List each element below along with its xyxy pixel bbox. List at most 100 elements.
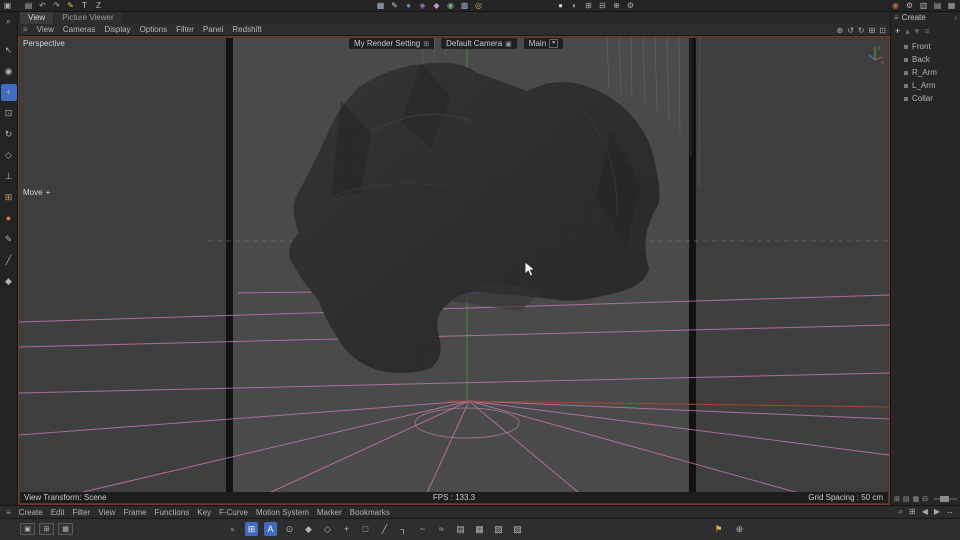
pin-icon[interactable]: ⚑	[712, 522, 725, 536]
cloner-icon[interactable]: ◈	[418, 0, 427, 11]
snap-toggle-icon[interactable]: ▣	[20, 523, 35, 535]
view-grid-icon[interactable]: ▦	[913, 495, 920, 503]
timeline-menu-fcurve[interactable]: F-Curve	[219, 508, 248, 517]
pen-spline-icon[interactable]: ✎	[390, 0, 399, 11]
ease-interp-icon[interactable]: ≈	[435, 522, 448, 536]
frame-all-icon[interactable]: ⊞	[909, 507, 916, 517]
create-menu[interactable]: Create	[902, 13, 926, 22]
panel-toggle-icon[interactable]: ▤	[933, 0, 942, 11]
timeline-menu-view[interactable]: View	[98, 508, 115, 517]
brush-tool-icon[interactable]: ✎	[1, 231, 17, 248]
move-tool-icon[interactable]: +	[0, 84, 17, 101]
timeline-menu-create[interactable]: Create	[19, 508, 43, 517]
record-rotation-icon[interactable]: +	[340, 522, 353, 536]
solo-off-icon[interactable]: ●	[226, 522, 239, 536]
linear-interp-icon[interactable]: ╱	[378, 522, 391, 536]
viewport-menu-filter[interactable]: Filter	[176, 25, 194, 34]
pen-tool-icon[interactable]: ✎	[66, 0, 75, 11]
add-sphere-icon[interactable]: ●	[404, 0, 413, 11]
preferences-icon[interactable]: ⚙	[626, 0, 635, 11]
record-parameter-icon[interactable]: □	[359, 522, 372, 536]
object-item-collar[interactable]: Collar	[891, 92, 960, 105]
dope-sheet-icon[interactable]: ▦	[473, 522, 486, 536]
timeline-menu-key[interactable]: Key	[197, 508, 211, 517]
render-settings-icon[interactable]: ⚙	[905, 0, 914, 11]
viewport-menu-panel[interactable]: Panel	[203, 25, 223, 34]
move-up-icon[interactable]: ▴	[905, 26, 910, 37]
add-cube-icon[interactable]: ▦	[376, 0, 385, 11]
track-view-icon[interactable]: ▤	[454, 522, 467, 536]
object-item-front[interactable]: Front	[891, 40, 960, 53]
step-interp-icon[interactable]: ┐	[397, 522, 410, 536]
knife-tool-icon[interactable]: ╱	[1, 252, 17, 269]
autokey-icon[interactable]: A	[264, 522, 277, 536]
icon-size-slider[interactable]	[934, 496, 957, 502]
pan-view-icon[interactable]: ⊕	[836, 26, 843, 35]
target-icon[interactable]: ⊕	[733, 522, 746, 536]
view-small-icon[interactable]: ⊞	[894, 495, 900, 503]
object-item-r-arm[interactable]: R_Arm	[891, 66, 960, 79]
split-view-icon[interactable]: ⊞	[869, 26, 876, 35]
timeline-menu-edit[interactable]: Edit	[51, 508, 65, 517]
next-key-icon[interactable]: ▶	[934, 507, 940, 517]
viewport-menu-display[interactable]: Display	[104, 25, 130, 34]
layout-grid-icon[interactable]: ⊞	[584, 0, 593, 11]
view-large-icon[interactable]: ⊟	[922, 495, 928, 503]
tab-view[interactable]: View	[20, 11, 54, 24]
zoom-icon[interactable]: ⌕	[1, 13, 17, 30]
uv-icon[interactable]: ◐	[570, 0, 579, 11]
magnet-tool-icon[interactable]: ◆	[1, 273, 17, 290]
move-down-icon[interactable]: ▾	[915, 26, 920, 37]
axis-lock-icon[interactable]: ⊥	[1, 168, 17, 185]
file-new-icon[interactable]: ▤	[24, 0, 33, 11]
axis-mode-icon[interactable]: ⊕	[612, 0, 621, 11]
magnet-toggle-icon[interactable]: ▦	[58, 523, 73, 535]
take-dropdown[interactable]: Main ▾	[523, 38, 564, 49]
3d-scene[interactable]	[19, 37, 889, 493]
live-selection-icon[interactable]: ◉	[1, 63, 17, 80]
render-setting-button[interactable]: My Render Setting ⊞	[349, 38, 435, 49]
rotate-tool-icon[interactable]: ↻	[1, 126, 17, 143]
track-icon[interactable]: T	[80, 0, 89, 11]
record-position-icon[interactable]: ◆	[302, 522, 315, 536]
undo-icon[interactable]: ↶	[38, 0, 47, 11]
keyframe-selection-icon[interactable]: ⊙	[283, 522, 296, 536]
tab-picture-viewer[interactable]: Picture Viewer	[54, 11, 122, 24]
timeline-menu-frame[interactable]: Frame	[123, 508, 146, 517]
select-tool-icon[interactable]: ↖	[1, 42, 17, 59]
motion-mode-icon[interactable]: ▨	[511, 522, 524, 536]
zero-icon[interactable]: Z	[94, 0, 103, 11]
panel-menu-icon[interactable]: ≡	[924, 26, 929, 36]
prev-key-icon[interactable]: ◀	[922, 507, 928, 517]
viewport-menu-options[interactable]: Options	[140, 25, 168, 34]
view-list-icon[interactable]: ▤	[903, 495, 910, 503]
viewport-menu-view[interactable]: View	[37, 25, 54, 34]
maximize-view-icon[interactable]: ⊡	[879, 26, 886, 35]
spline-interp-icon[interactable]: ~	[416, 522, 429, 536]
grid-toggle-icon[interactable]: ⊞	[39, 523, 54, 535]
record-scale-icon[interactable]: ◇	[321, 522, 334, 536]
slider-thumb[interactable]	[940, 496, 949, 502]
render-button-icon[interactable]: ◉	[891, 0, 900, 11]
snap-key-icon[interactable]: ⊞	[245, 522, 258, 536]
viewport-menu-icon[interactable]: ≡	[23, 25, 28, 34]
dynamics-icon[interactable]: ◎	[474, 0, 483, 11]
panel-menu-icon[interactable]: ≡	[894, 13, 899, 22]
viewport-menu-cameras[interactable]: Cameras	[63, 25, 95, 34]
add-object-icon[interactable]: +	[895, 26, 900, 36]
timeline-menu-marker[interactable]: Marker	[317, 508, 342, 517]
timeline-menu-motion-system[interactable]: Motion System	[256, 508, 309, 517]
viewport-menu-redshift[interactable]: Redshift	[232, 25, 261, 34]
object-item-back[interactable]: Back	[891, 53, 960, 66]
pan-timeline-icon[interactable]: ↔	[946, 507, 954, 517]
timeline-menu-icon[interactable]: ≡	[6, 508, 11, 517]
camera-button[interactable]: Default Camera ▣	[441, 38, 517, 49]
timeline-menu-filter[interactable]: Filter	[72, 508, 90, 517]
fcurve-mode-icon[interactable]: ▧	[492, 522, 505, 536]
field-icon[interactable]: ◉	[446, 0, 455, 11]
timeline-menu-bookmarks[interactable]: Bookmarks	[350, 508, 390, 517]
object-item-l-arm[interactable]: L_Arm	[891, 79, 960, 92]
redo-icon[interactable]: ↷	[52, 0, 61, 11]
chevron-right-icon[interactable]: ›	[954, 13, 957, 22]
zoom-timeline-icon[interactable]: ⌕	[899, 507, 903, 517]
